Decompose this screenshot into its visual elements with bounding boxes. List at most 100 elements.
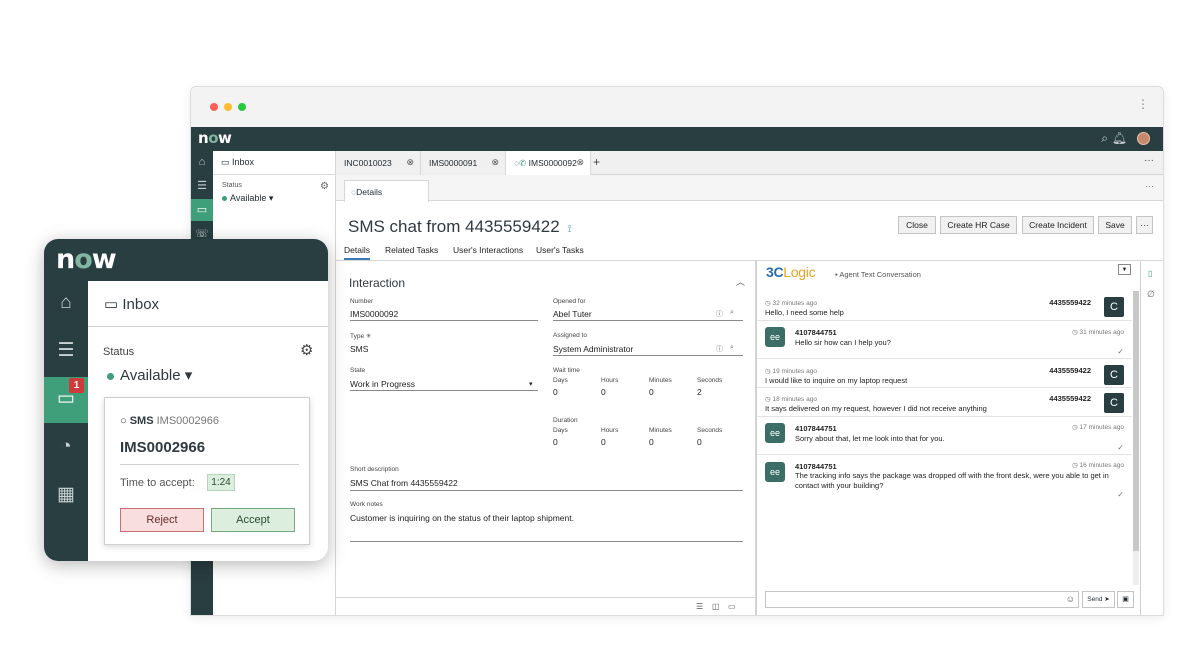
emoji-icon[interactable]: ☺	[1066, 594, 1075, 604]
tab-related-tasks[interactable]: Related Tasks	[385, 245, 438, 255]
search-icon[interactable]: ⌕	[1101, 131, 1108, 146]
message-text: Hello sir how can I help you?	[795, 338, 891, 347]
scrollbar-thumb[interactable]	[1133, 291, 1139, 551]
close-dot[interactable]	[210, 103, 218, 111]
split-view-icon[interactable]: ◫	[712, 602, 720, 611]
tab-ims0000091[interactable]: IMS0000091 ⊗	[421, 151, 506, 175]
list-view-icon[interactable]: ☰	[696, 602, 703, 611]
more-icon[interactable]: ···	[1145, 181, 1154, 191]
create-hr-case-button[interactable]: Create HR Case	[940, 216, 1017, 234]
sub-tab-bar: ○Details ···	[336, 175, 1163, 202]
bell-icon[interactable]: 🔔︎	[1112, 131, 1127, 145]
divider	[553, 355, 743, 356]
assigned-to-field[interactable]: System Administrator	[553, 344, 633, 354]
message-item: ◷ 32 minutes ago Hello, I need some help…	[757, 291, 1132, 321]
customer-avatar: C	[1104, 297, 1124, 317]
close-button[interactable]: Close	[898, 216, 936, 234]
chart-icon[interactable]: ◔	[44, 425, 88, 469]
status-label: Status	[103, 346, 135, 358]
home-icon[interactable]: ⌂	[44, 281, 88, 325]
mobile-icon[interactable]: ▯	[1148, 269, 1152, 278]
zoomed-inbox-title: ▭ Inbox	[104, 295, 159, 313]
status-dropdown[interactable]: Available ▾	[222, 193, 273, 204]
collapse-icon[interactable]: ︿	[736, 275, 745, 288]
tab-details[interactable]: Details	[344, 245, 370, 260]
wait-minutes-value[interactable]: 0	[649, 387, 654, 397]
tab-label: INC0010023	[344, 158, 392, 168]
agent-avatar: ee	[765, 327, 785, 347]
chevron-down-icon[interactable]: ▾	[529, 380, 533, 388]
zoomed-left-rail: ⌂ ☰ ▭ ◔ ▦	[44, 281, 88, 561]
search-icon[interactable]: ⌕	[730, 344, 734, 352]
wait-minutes-label: Minutes	[649, 377, 672, 384]
wait-days-value[interactable]: 0	[553, 387, 558, 397]
tab-users-interactions[interactable]: User's Interactions	[453, 245, 523, 255]
create-incident-button[interactable]: Create Incident	[1022, 216, 1094, 234]
opened-for-field[interactable]: Abel Tuter	[553, 309, 592, 319]
status-dropdown[interactable]: Available ▾	[107, 366, 192, 384]
calendar-icon[interactable]: ▦	[44, 473, 88, 517]
more-actions-button[interactable]: ···	[1136, 216, 1153, 234]
work-notes-field[interactable]: Customer is inquiring on the status of t…	[350, 513, 574, 523]
close-tab-icon[interactable]: ⊗	[406, 157, 414, 168]
message-text: Sorry about that, let me look into that …	[795, 434, 945, 443]
add-tab-icon[interactable]: +	[593, 155, 600, 169]
info-icon[interactable]: ⓘ	[716, 344, 723, 354]
wait-seconds-value[interactable]: 2	[697, 387, 702, 397]
list-icon[interactable]: ☰	[191, 175, 213, 197]
duration-hours-value[interactable]: 0	[601, 437, 606, 447]
duration-minutes-value[interactable]: 0	[649, 437, 654, 447]
chat-scrollbar[interactable]	[1133, 291, 1139, 585]
message-text: Hello, I need some help	[765, 308, 844, 317]
kebab-menu-icon[interactable]: ⋮	[1137, 97, 1149, 111]
message-time-text: 18 minutes ago	[772, 396, 817, 403]
minimize-dot[interactable]	[224, 103, 232, 111]
gear-icon[interactable]: ⚙	[300, 341, 313, 359]
tab-ims0000092[interactable]: ○✆ IMS0000092 ⊗	[506, 151, 591, 175]
single-view-icon[interactable]: ▭	[728, 602, 736, 611]
list-icon[interactable]: ☰	[44, 329, 88, 373]
reject-button[interactable]: Reject	[120, 508, 204, 532]
form-footer: ☰ ◫ ▭	[336, 597, 755, 615]
type-field[interactable]: SMS	[350, 344, 368, 354]
message-item: ee 4107844751 ◷ 16 minutes ago The track…	[757, 455, 1132, 503]
gear-icon[interactable]: ⚙	[320, 181, 329, 192]
window-chrome: ⋮	[191, 87, 1163, 127]
tag-icon[interactable]: ⟟	[568, 224, 572, 235]
sms-channel: ○ SMS IMS0002966	[120, 415, 219, 427]
accept-button[interactable]: Accept	[211, 508, 295, 532]
duration-seconds-value[interactable]: 0	[697, 437, 702, 447]
close-tab-icon[interactable]: ⊗	[491, 157, 499, 168]
details-tab[interactable]: ○Details	[344, 180, 429, 202]
maximize-dot[interactable]	[238, 103, 246, 111]
avatar[interactable]	[1137, 132, 1150, 145]
home-icon[interactable]: ⌂	[191, 151, 213, 173]
number-field[interactable]: IMS0000092	[350, 309, 398, 319]
more-icon[interactable]: ···	[1144, 155, 1154, 166]
state-select[interactable]: Work in Progress	[350, 379, 415, 389]
close-tab-icon[interactable]: ⊗	[576, 157, 584, 168]
duration-seconds-label: Seconds	[697, 427, 723, 434]
short-description-field[interactable]: SMS Chat from 4435559422	[350, 478, 458, 488]
wait-hours-value[interactable]: 0	[601, 387, 606, 397]
image-icon[interactable]: ▣	[1117, 591, 1134, 608]
info-icon[interactable]: ⓘ	[716, 309, 723, 319]
tab-inc0010023[interactable]: INC0010023 ⊗	[336, 151, 421, 175]
message-time-text: 19 minutes ago	[772, 368, 817, 375]
inbox-icon: ▭	[221, 157, 230, 167]
paperclip-icon[interactable]: ∅	[1147, 289, 1155, 300]
chat-input[interactable]: ☺	[765, 591, 1079, 608]
tab-users-tasks[interactable]: User's Tasks	[536, 245, 584, 255]
zoomed-top-bar: now	[44, 239, 328, 281]
time-to-accept-timer: 1:24	[207, 474, 235, 491]
brand-logic: Logic	[783, 264, 816, 280]
duration-days-value[interactable]: 0	[553, 437, 558, 447]
message-number: 4107844751	[795, 462, 837, 471]
inbox-icon[interactable]: ▭	[191, 199, 213, 221]
chevron-down-icon[interactable]: ▼	[1118, 264, 1131, 275]
record-tabs: INC0010023 ⊗ IMS0000091 ⊗ ○✆ IMS0000092 ⊗ +…	[336, 151, 1163, 175]
save-button[interactable]: Save	[1098, 216, 1132, 234]
send-button[interactable]: Send ➤	[1082, 591, 1115, 608]
search-icon[interactable]: ⌕	[730, 309, 734, 317]
agent-avatar: ee	[765, 462, 785, 482]
